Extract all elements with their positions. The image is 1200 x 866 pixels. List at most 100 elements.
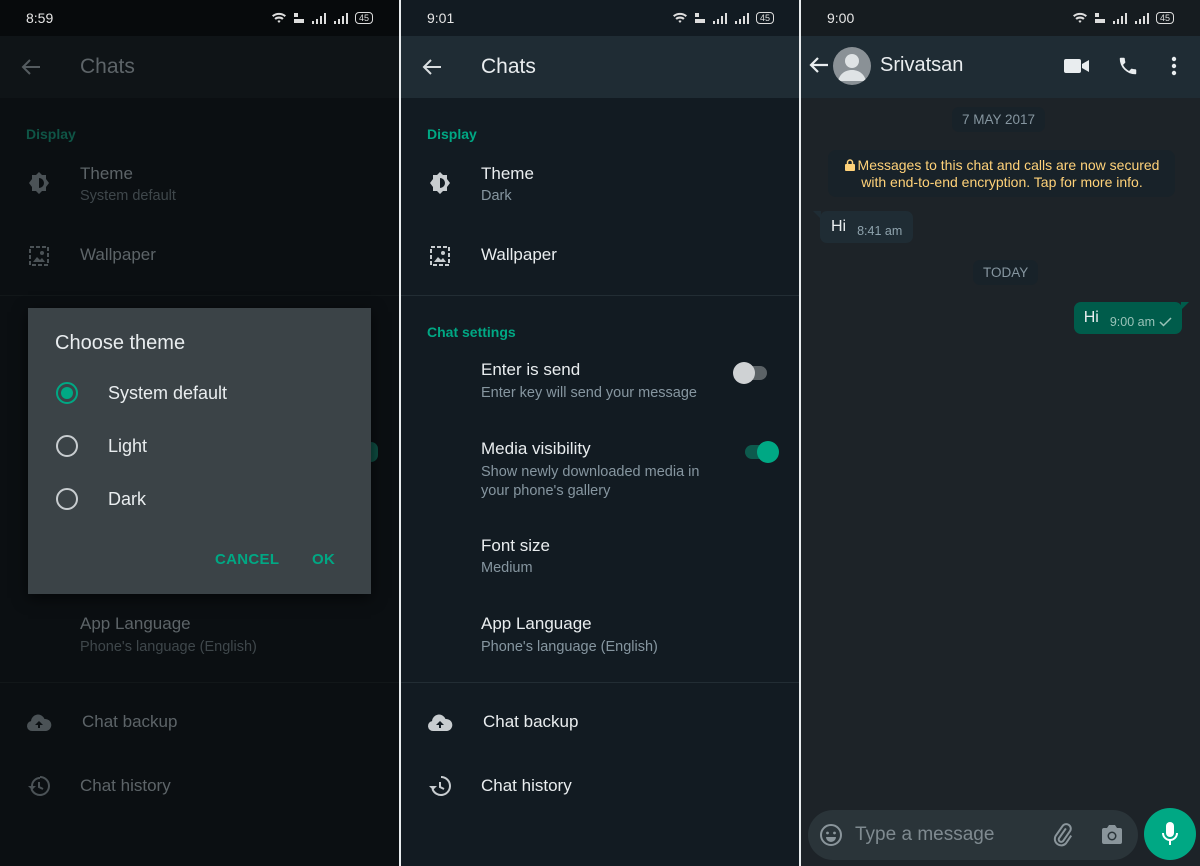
cancel-button[interactable]: CANCEL <box>215 551 279 568</box>
video-call-button[interactable] <box>1064 58 1090 79</box>
setting-enter-is-send[interactable]: Enter is send Enter key will send your m… <box>401 358 800 408</box>
message-input[interactable]: Type a message <box>855 824 994 846</box>
setting-chat-history[interactable]: Chat history <box>401 772 800 802</box>
brightness-icon <box>427 170 453 196</box>
attach-button[interactable] <box>1051 823 1075 852</box>
status-icons: 45 <box>1072 12 1174 24</box>
wallpaper-icon <box>427 243 453 269</box>
section-header-display: Display <box>427 126 477 142</box>
radio-option-system-default[interactable]: System default <box>28 373 371 413</box>
signal-icon <box>333 13 348 24</box>
setting-value: Medium <box>481 560 533 576</box>
setting-subtitle: Show newly downloaded media in <box>481 464 700 480</box>
setting-chat-history[interactable]: Chat history <box>0 772 399 802</box>
avatar[interactable] <box>833 47 871 85</box>
toggle-thumb <box>733 362 755 384</box>
section-header-display: Display <box>26 126 76 142</box>
setting-title: Chat history <box>481 776 572 795</box>
emoji-icon <box>820 824 842 846</box>
microphone-icon <box>1162 822 1178 845</box>
setting-title: Theme <box>481 164 534 183</box>
signal-icon <box>712 13 727 24</box>
page-title: Chats <box>80 55 135 78</box>
setting-app-language[interactable]: App Language Phone's language (English) <box>0 612 399 662</box>
setting-title: Font size <box>481 536 550 555</box>
wifi-icon <box>672 12 687 23</box>
back-button[interactable] <box>809 56 829 79</box>
media-visibility-toggle[interactable] <box>741 441 779 463</box>
status-bar: 9:01 45 <box>401 0 800 36</box>
paperclip-icon <box>1053 823 1073 847</box>
date-pill: 7 MAY 2017 <box>952 107 1046 132</box>
message-bubble-incoming[interactable]: Hi 8:41 am <box>812 211 914 243</box>
setting-theme[interactable]: Theme System default <box>0 160 399 220</box>
message-text: Hi <box>1083 309 1099 326</box>
status-icons: 45 <box>672 12 774 24</box>
back-button[interactable] <box>401 58 481 76</box>
message-time: 8:41 am <box>857 224 903 238</box>
ok-button[interactable]: OK <box>312 551 335 568</box>
battery-icon: 45 <box>755 12 774 24</box>
history-icon <box>427 773 453 799</box>
cloud-upload-icon <box>427 710 453 736</box>
setting-font-size[interactable]: Font size Medium <box>401 534 800 584</box>
back-button[interactable] <box>0 58 80 76</box>
status-time: 8:59 <box>26 10 54 26</box>
history-icon <box>26 773 52 799</box>
enter-is-send-toggle[interactable] <box>733 362 771 384</box>
setting-value: Phone's language (English) <box>80 639 257 655</box>
setting-title: Chat backup <box>483 712 579 731</box>
voice-record-button[interactable] <box>1144 808 1196 860</box>
setting-value: Dark <box>481 188 512 204</box>
camera-button[interactable] <box>1100 824 1124 851</box>
setting-chat-backup[interactable]: Chat backup <box>401 708 800 738</box>
app-bar: Chats <box>401 36 800 98</box>
app-bar: Chats <box>0 36 399 98</box>
setting-chat-backup[interactable]: Chat backup <box>0 708 399 738</box>
divider <box>0 682 399 683</box>
radio-button[interactable] <box>56 435 78 457</box>
message-text: Hi <box>831 218 847 235</box>
radio-option-dark[interactable]: Dark <box>28 479 371 519</box>
signal-icon <box>1112 13 1127 24</box>
setting-wallpaper[interactable]: Wallpaper <box>0 240 399 272</box>
setting-media-visibility[interactable]: Media visibility Show newly downloaded m… <box>401 437 800 501</box>
video-camera-icon <box>1064 59 1089 73</box>
voice-call-button[interactable] <box>1117 55 1139 82</box>
radio-option-light[interactable]: Light <box>28 426 371 466</box>
wifi-icon <box>1072 12 1087 23</box>
divider <box>401 295 800 296</box>
radio-button[interactable] <box>56 488 78 510</box>
dialog-title: Choose theme <box>55 332 186 354</box>
setting-subtitle: your phone's gallery <box>481 483 611 499</box>
battery-icon: 45 <box>1155 12 1174 24</box>
wifi-icon <box>271 12 286 23</box>
status-time: 9:01 <box>427 10 455 26</box>
status-time: 9:00 <box>827 10 855 26</box>
choose-theme-dialog: Choose theme System default Light Dark C… <box>28 308 371 594</box>
section-header-chat-settings: Chat settings <box>427 324 516 340</box>
radio-button-checked[interactable] <box>56 382 78 404</box>
encryption-notice[interactable]: Messages to this chat and calls are now … <box>828 150 1175 197</box>
setting-theme[interactable]: Theme Dark <box>401 160 800 220</box>
setting-wallpaper[interactable]: Wallpaper <box>401 240 800 272</box>
more-vertical-icon <box>1171 56 1177 76</box>
signal-icon <box>311 13 326 24</box>
setting-title: Enter is send <box>481 360 581 379</box>
setting-title: Theme <box>80 164 133 183</box>
setting-title: Chat backup <box>82 712 178 731</box>
radio-label: Light <box>108 435 148 456</box>
arrow-left-icon <box>422 59 441 75</box>
contact-name[interactable]: Srivatsan <box>880 54 963 77</box>
volte-icon <box>1094 13 1105 23</box>
more-options-button[interactable] <box>1171 56 1177 81</box>
message-bubble-outgoing[interactable]: Hi 9:00 am <box>1073 302 1190 334</box>
setting-app-language[interactable]: App Language Phone's language (English) <box>401 612 800 662</box>
setting-title: App Language <box>481 614 592 633</box>
setting-title: Wallpaper <box>481 245 557 264</box>
status-bar: 9:00 45 <box>801 0 1200 36</box>
lock-icon <box>844 159 855 171</box>
chat-conversation-panel: 9:00 45 Srivatsan 7 MAY 2017 Messages to… <box>801 0 1200 866</box>
divider <box>0 295 399 296</box>
emoji-button[interactable] <box>819 823 843 852</box>
